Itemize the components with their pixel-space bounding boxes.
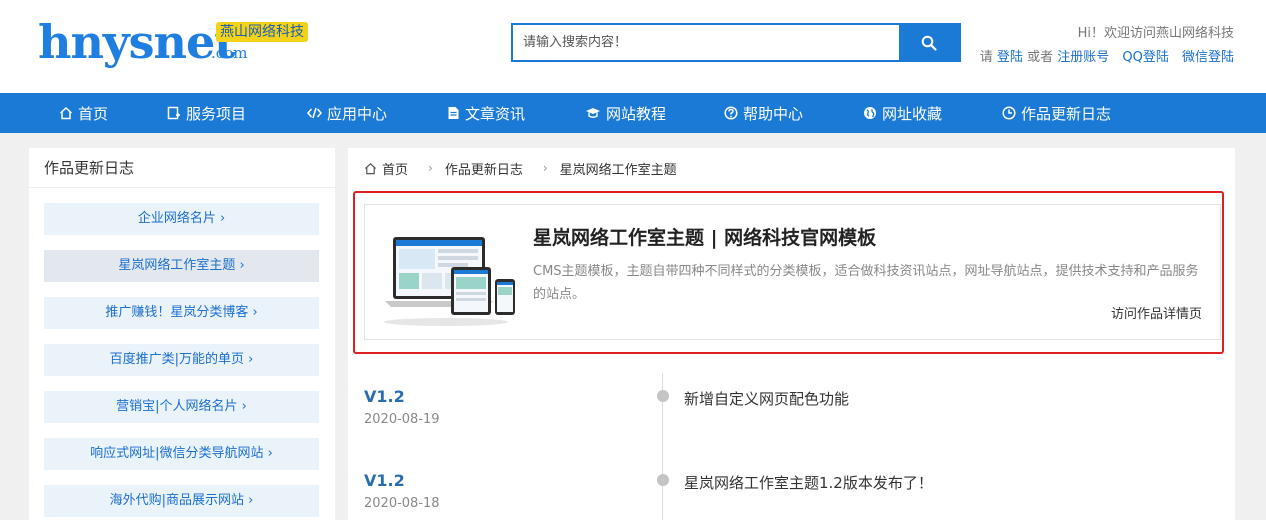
breadcrumb-level2: 星岚网络工作室主题	[559, 162, 677, 178]
nav-item-label: 应用中心	[327, 104, 388, 123]
breadcrumb: 首页 › 作品更新日志 › 星岚网络工作室主题	[364, 158, 677, 178]
nav-item-label: 服务项目	[186, 104, 247, 123]
timeline-dot	[657, 474, 669, 486]
sidebar: 作品更新日志 企业网络名片 › 星岚网络工作室主题 › 推广赚钱！星岚分类博客 …	[29, 148, 335, 520]
timeline-dot	[657, 390, 669, 402]
or-text: 或者	[1027, 50, 1054, 65]
nav-item-label: 网站教程	[606, 104, 667, 123]
nav-item-home[interactable]: 首页	[59, 93, 108, 133]
document-icon	[448, 107, 459, 119]
nav-item-bookmarks[interactable]: 网址收藏	[863, 93, 942, 133]
please-text: 请	[979, 50, 993, 65]
graduation-cap-icon	[586, 108, 600, 118]
nav-item-apps[interactable]: 应用中心	[307, 93, 387, 133]
wechat-login-link[interactable]: 微信登陆	[1182, 50, 1234, 65]
timeline-version: V1.2	[364, 471, 405, 490]
sidebar-item[interactable]: 海外代购|商品展示网站 ›	[44, 485, 319, 517]
logo-badge: 燕山网络科技	[216, 22, 308, 42]
search-button[interactable]	[899, 23, 959, 62]
home-icon	[59, 106, 73, 120]
search-input[interactable]	[513, 25, 901, 60]
sidebar-item[interactable]: 响应式网址|微信分类导航网站 ›	[44, 438, 319, 470]
main-content: 首页 › 作品更新日志 › 星岚网络工作室主题 星岚网络工作室主题 | 网络科技…	[348, 148, 1235, 520]
nav-item-articles[interactable]: 文章资讯	[447, 93, 525, 133]
breadcrumb-level1[interactable]: 作品更新日志	[445, 159, 523, 178]
main-nav: 首页 服务项目 应用中心 文章资讯 网站教程 帮助中心 网址收藏 作品更新日志	[0, 93, 1266, 133]
globe-icon	[864, 107, 876, 119]
qq-login-link[interactable]: QQ登陆	[1122, 50, 1168, 65]
nav-item-help[interactable]: 帮助中心	[724, 93, 803, 133]
sidebar-title: 作品更新日志	[29, 148, 335, 188]
sidebar-item-active[interactable]: 星岚网络工作室主题 ›	[44, 250, 319, 282]
clock-icon	[1002, 106, 1016, 120]
home-icon	[364, 162, 377, 174]
register-link[interactable]: 注册账号	[1057, 50, 1109, 65]
sidebar-item[interactable]: 企业网络名片 ›	[44, 203, 319, 235]
service-icon	[167, 106, 180, 120]
timeline-entry: 新增自定义网页配色功能	[684, 390, 850, 408]
nav-item-changelog[interactable]: 作品更新日志	[1002, 93, 1111, 133]
welcome-text: Hi！欢迎访问燕山网络科技	[1077, 26, 1234, 41]
breadcrumb-separator: ›	[542, 161, 548, 175]
site-logo[interactable]: hnysnet 燕山网络科技 .com	[38, 14, 328, 74]
timeline-date: 2020-08-19	[364, 412, 440, 427]
logo-text: hnysnet	[38, 15, 235, 69]
nav-item-label: 作品更新日志	[1021, 104, 1112, 123]
timeline-version: V1.2	[364, 387, 405, 406]
timeline-entry: 星岚网络工作室主题1.2版本发布了！	[684, 474, 933, 492]
nav-item-label: 帮助中心	[743, 104, 804, 123]
nav-item-services[interactable]: 服务项目	[167, 93, 246, 133]
logo-suffix: .com	[211, 44, 248, 62]
search-icon	[921, 35, 937, 51]
sidebar-item[interactable]: 百度推广类|万能的单页 ›	[44, 344, 319, 376]
sidebar-item[interactable]: 营销宝|个人网络名片 ›	[44, 391, 319, 423]
highlight-frame	[353, 191, 1224, 354]
login-link[interactable]: 登陆	[997, 50, 1023, 65]
timeline-date: 2020-08-18	[364, 496, 440, 511]
breadcrumb-home[interactable]: 首页	[364, 159, 408, 178]
user-links: 请 登陆 或者 注册账号 QQ登陆 微信登陆	[980, 46, 1234, 65]
nav-item-label: 网址收藏	[882, 104, 943, 123]
breadcrumb-home-label: 首页	[382, 162, 409, 178]
code-icon	[307, 107, 322, 119]
nav-item-label: 首页	[78, 104, 109, 123]
nav-item-label: 文章资讯	[465, 104, 526, 123]
breadcrumb-separator: ›	[428, 161, 433, 175]
search-box	[511, 23, 961, 62]
help-icon	[724, 106, 738, 120]
sidebar-item[interactable]: 推广赚钱！星岚分类博客 ›	[44, 297, 319, 329]
site-header: hnysnet 燕山网络科技 .com Hi！欢迎访问燕山网络科技 请 登陆 或…	[0, 0, 1266, 93]
nav-item-tutorials[interactable]: 网站教程	[585, 93, 666, 133]
